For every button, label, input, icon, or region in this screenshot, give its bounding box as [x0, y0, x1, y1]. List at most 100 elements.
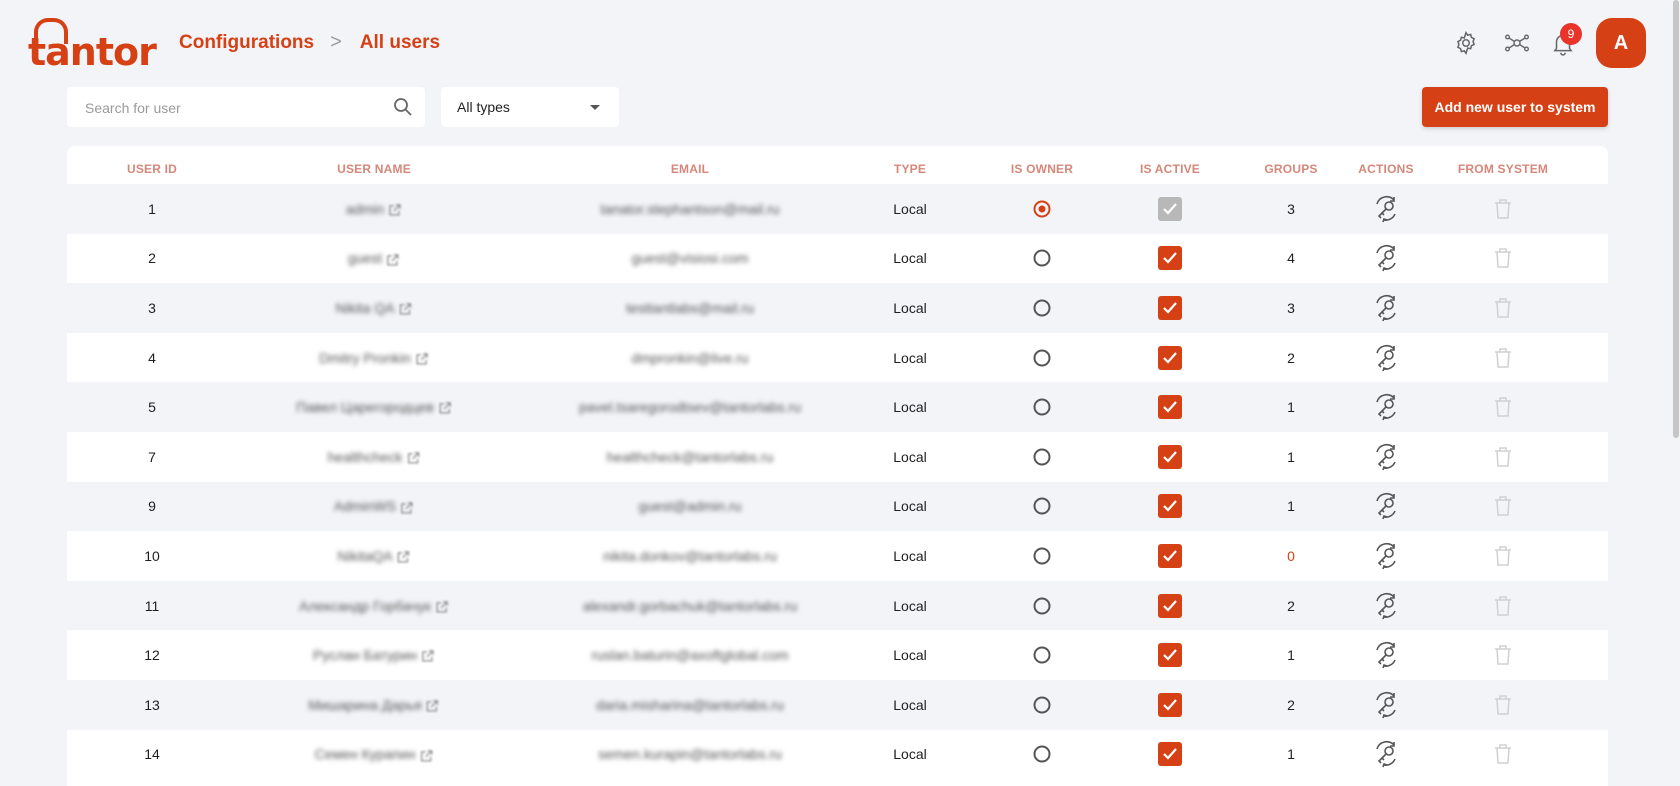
key-rotate-icon[interactable]	[1372, 393, 1400, 421]
user-email: daria.misharina@tantorlabs.ru	[596, 696, 784, 713]
groups-count: 2	[1287, 696, 1295, 713]
scrollbar-thumb[interactable]	[1673, 0, 1679, 438]
active-checkbox[interactable]	[1158, 345, 1182, 370]
user-name-cell: guest	[348, 250, 400, 266]
external-link-icon[interactable]	[400, 501, 414, 515]
external-link-icon[interactable]	[406, 451, 420, 465]
trash-icon	[1495, 447, 1511, 467]
scrollbar[interactable]	[1672, 0, 1680, 779]
external-link-icon[interactable]	[435, 600, 449, 614]
owner-radio[interactable]	[1033, 597, 1051, 615]
external-link-icon[interactable]	[386, 253, 400, 267]
user-name[interactable]: AdminWS	[334, 498, 396, 514]
user-type: Local	[893, 547, 927, 564]
user-name[interactable]: Nikita QA	[335, 300, 394, 316]
owner-radio[interactable]	[1033, 547, 1051, 565]
user-name[interactable]: NikitaQA	[337, 548, 392, 564]
table-row: 2 guest guest@visiosi.com Local 4	[67, 234, 1608, 284]
external-link-icon[interactable]	[419, 749, 433, 763]
key-rotate-icon[interactable]	[1372, 195, 1400, 223]
external-link-icon[interactable]	[397, 550, 411, 564]
active-checkbox[interactable]	[1158, 593, 1182, 618]
external-link-icon[interactable]	[415, 352, 429, 366]
owner-radio[interactable]	[1033, 200, 1051, 218]
external-link-icon[interactable]	[426, 699, 440, 713]
column-header-type[interactable]: TYPE	[894, 162, 926, 176]
active-checkbox[interactable]	[1158, 246, 1182, 271]
user-name-cell: healthcheck	[328, 449, 421, 465]
owner-radio[interactable]	[1033, 398, 1051, 416]
owner-radio[interactable]	[1033, 448, 1051, 466]
active-checkbox[interactable]	[1158, 395, 1182, 420]
table-row: 10 NikitaQA nikita.donkov@tantorlabs.ru Loc…	[67, 531, 1608, 581]
key-rotate-icon[interactable]	[1372, 244, 1400, 272]
user-id: 10	[144, 547, 160, 564]
active-checkbox[interactable]	[1158, 742, 1182, 767]
column-header-user-id[interactable]: USER ID	[127, 162, 177, 176]
column-header-is-owner[interactable]: IS OWNER	[1011, 162, 1073, 176]
notifications-badge: 9	[1560, 23, 1582, 45]
key-rotate-icon[interactable]	[1372, 691, 1400, 719]
users-table: USER ID USER NAME EMAIL TYPE IS OWNER IS…	[67, 146, 1608, 786]
active-checkbox[interactable]	[1158, 295, 1182, 320]
active-checkbox[interactable]	[1158, 444, 1182, 469]
type-filter-select[interactable]: All types	[441, 87, 619, 127]
user-name[interactable]: Руслан Батурин	[313, 647, 417, 663]
key-rotate-icon[interactable]	[1372, 542, 1400, 570]
user-name[interactable]: Александр Горбачук	[299, 597, 431, 613]
user-name[interactable]: guest	[348, 250, 382, 266]
active-checkbox[interactable]	[1158, 543, 1182, 568]
key-rotate-icon[interactable]	[1372, 641, 1400, 669]
active-checkbox[interactable]	[1158, 692, 1182, 717]
settings-icon[interactable]	[1453, 30, 1479, 56]
user-name[interactable]: Мишарина Дарья	[308, 697, 421, 713]
key-rotate-icon[interactable]	[1372, 344, 1400, 372]
owner-radio[interactable]	[1033, 497, 1051, 515]
avatar[interactable]: A	[1596, 18, 1646, 68]
key-rotate-icon[interactable]	[1372, 492, 1400, 520]
owner-radio[interactable]	[1033, 646, 1051, 664]
user-name-cell: Мишарина Дарья	[308, 697, 439, 713]
user-email: semen.kurapin@tantorlabs.ru	[598, 746, 782, 763]
external-link-icon[interactable]	[399, 302, 413, 316]
user-id: 2	[148, 250, 156, 267]
external-link-icon[interactable]	[438, 401, 452, 415]
user-name-cell: NikitaQA	[337, 548, 410, 564]
active-checkbox[interactable]	[1158, 643, 1182, 668]
tantor-logo[interactable]: tantor	[28, 18, 157, 72]
external-link-icon[interactable]	[421, 649, 435, 663]
active-checkbox[interactable]	[1158, 494, 1182, 519]
user-name[interactable]: healthcheck	[328, 449, 403, 465]
user-name[interactable]: admin	[346, 201, 384, 217]
search-input[interactable]	[83, 87, 387, 129]
user-type: Local	[893, 399, 927, 416]
key-rotate-icon[interactable]	[1372, 443, 1400, 471]
breadcrumb-configurations[interactable]: Configurations	[179, 32, 314, 54]
user-email: dmpronkin@live.ru	[631, 349, 749, 366]
column-header-email[interactable]: EMAIL	[671, 162, 709, 176]
owner-radio[interactable]	[1033, 249, 1051, 267]
owner-radio[interactable]	[1033, 349, 1051, 367]
trash-icon	[1495, 347, 1511, 368]
search-icon[interactable]	[393, 97, 413, 117]
user-name[interactable]: Семен Курапин	[315, 746, 416, 762]
groups-count: 1	[1287, 399, 1295, 416]
key-rotate-icon[interactable]	[1372, 740, 1400, 768]
breadcrumb-separator: >	[330, 31, 342, 53]
external-link-icon[interactable]	[388, 203, 402, 217]
key-rotate-icon[interactable]	[1372, 294, 1400, 322]
owner-radio[interactable]	[1033, 299, 1051, 317]
owner-radio[interactable]	[1033, 745, 1051, 763]
owner-radio[interactable]	[1033, 696, 1051, 714]
add-user-button[interactable]: Add new user to system	[1422, 87, 1608, 127]
network-icon[interactable]	[1504, 30, 1530, 56]
column-header-groups[interactable]: GROUPS	[1264, 162, 1317, 176]
user-name[interactable]: Павел Царегородцев	[296, 399, 434, 415]
user-name[interactable]: Dmitry Pronkin	[319, 349, 411, 365]
user-id: 11	[144, 597, 160, 614]
column-header-user-name[interactable]: USER NAME	[337, 162, 411, 176]
user-type: Local	[893, 597, 927, 614]
user-email: pavel.tsaregorodtsev@tantorlabs.ru	[579, 399, 801, 416]
key-rotate-icon[interactable]	[1372, 592, 1400, 620]
column-header-is-active[interactable]: IS ACTIVE	[1140, 162, 1200, 176]
